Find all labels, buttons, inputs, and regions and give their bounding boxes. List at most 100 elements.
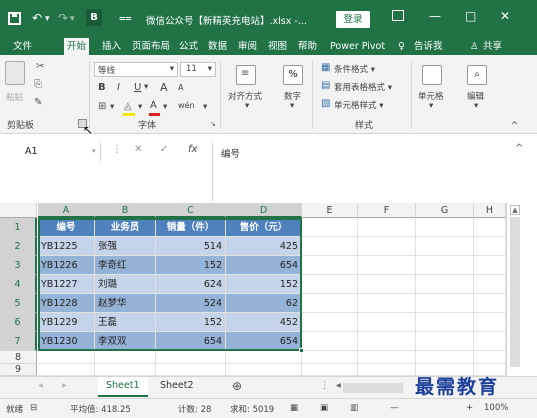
empty-cell[interactable]: [416, 256, 474, 275]
table-format-icon[interactable]: ▤: [321, 80, 330, 91]
table-cell[interactable]: 赵梦华: [95, 294, 156, 313]
tell-me-search[interactable]: 告诉我: [414, 40, 443, 53]
scroll-thumb[interactable]: [510, 217, 520, 367]
underline-button[interactable]: U: [134, 82, 141, 93]
empty-cell[interactable]: [358, 364, 416, 376]
empty-cell[interactable]: [302, 313, 358, 332]
sheet-tab-sheet2[interactable]: Sheet2: [152, 377, 202, 397]
row-header[interactable]: 9: [0, 364, 37, 376]
cell-styles-button[interactable]: 单元格样式 ▾: [334, 99, 383, 111]
normal-view-icon[interactable]: ▦: [290, 403, 298, 413]
table-cell[interactable]: 425: [226, 237, 302, 256]
app-badge[interactable]: B: [86, 9, 102, 26]
paste-icon[interactable]: [5, 61, 25, 85]
empty-cell[interactable]: [416, 294, 474, 313]
search-icon[interactable]: ⌕: [467, 65, 487, 85]
italic-button[interactable]: I: [117, 82, 120, 93]
column-header[interactable]: D: [226, 203, 302, 218]
vertical-scrollbar[interactable]: ▲: [506, 203, 537, 376]
tab-help[interactable]: 帮助: [298, 40, 317, 53]
minimize-button[interactable]: —: [429, 9, 441, 23]
empty-cell[interactable]: [156, 364, 226, 376]
column-header[interactable]: H: [474, 203, 506, 218]
empty-cell[interactable]: [38, 364, 95, 376]
expand-formula-bar-icon[interactable]: ^: [515, 143, 523, 154]
empty-cell[interactable]: [226, 351, 302, 364]
login-button[interactable]: 登录: [336, 11, 370, 28]
empty-cell[interactable]: [302, 351, 358, 364]
row-header[interactable]: 8: [0, 351, 37, 364]
empty-cell[interactable]: [474, 237, 506, 256]
share-button[interactable]: 共享: [483, 40, 502, 53]
table-cell[interactable]: YB1227: [38, 275, 95, 294]
empty-cell[interactable]: [474, 294, 506, 313]
cut-icon[interactable]: ✂: [36, 61, 44, 72]
empty-cell[interactable]: [302, 237, 358, 256]
column-header[interactable]: G: [416, 203, 474, 218]
chevron-down-icon[interactable]: ▾: [474, 101, 478, 111]
font-color-button[interactable]: A: [150, 100, 157, 111]
empty-cell[interactable]: [302, 256, 358, 275]
empty-cell[interactable]: [156, 351, 226, 364]
tab-data[interactable]: 数据: [208, 40, 227, 53]
tab-view[interactable]: 视图: [268, 40, 287, 53]
empty-cell[interactable]: [416, 275, 474, 294]
column-header[interactable]: E: [302, 203, 358, 218]
column-header[interactable]: F: [358, 203, 416, 218]
conditional-format-icon[interactable]: ▦: [321, 62, 330, 73]
empty-cell[interactable]: [95, 364, 156, 376]
empty-cell[interactable]: [358, 218, 416, 237]
row-header[interactable]: 4: [0, 275, 37, 294]
accessibility-icon[interactable]: ⊟: [30, 403, 37, 413]
table-header-cell[interactable]: 销量（件）: [156, 218, 226, 237]
empty-cell[interactable]: [226, 364, 302, 376]
table-cell[interactable]: 152: [226, 275, 302, 294]
cells-icon[interactable]: [422, 65, 442, 85]
table-cell[interactable]: 王磊: [95, 313, 156, 332]
column-header[interactable]: A: [38, 203, 95, 218]
row-header[interactable]: 7: [0, 332, 37, 351]
empty-cell[interactable]: [38, 351, 95, 364]
empty-cell[interactable]: [358, 294, 416, 313]
paste-button-label[interactable]: 粘贴: [6, 91, 23, 103]
table-cell[interactable]: 62: [226, 294, 302, 313]
empty-cell[interactable]: [474, 275, 506, 294]
chevron-down-icon[interactable]: ▾: [92, 147, 96, 155]
table-cell[interactable]: YB1229: [38, 313, 95, 332]
table-cell[interactable]: 李奇红: [95, 256, 156, 275]
empty-cell[interactable]: [358, 313, 416, 332]
add-sheet-button[interactable]: ⊕: [224, 377, 250, 397]
table-cell[interactable]: 李双双: [95, 332, 156, 351]
page-break-view-icon[interactable]: ▥: [350, 403, 358, 413]
tab-home[interactable]: 开始: [64, 38, 90, 55]
tab-power-pivot[interactable]: Power Pivot: [330, 40, 385, 53]
empty-cell[interactable]: [95, 351, 156, 364]
zoom-in-button[interactable]: +: [466, 403, 473, 413]
name-box[interactable]: A1: [19, 143, 101, 161]
font-grow-button[interactable]: A: [160, 81, 168, 94]
phonetic-button[interactable]: wén: [178, 101, 195, 110]
scroll-up-icon[interactable]: ▲: [510, 205, 520, 215]
undo-dropdown-icon[interactable]: ▾: [45, 12, 50, 26]
empty-cell[interactable]: [416, 351, 474, 364]
table-cell[interactable]: 452: [226, 313, 302, 332]
sheet-tab-sheet1[interactable]: Sheet1: [98, 377, 148, 397]
user-icon[interactable]: ♙: [470, 40, 479, 53]
table-cell[interactable]: 刘璐: [95, 275, 156, 294]
close-button[interactable]: ✕: [500, 9, 510, 23]
empty-cell[interactable]: [416, 313, 474, 332]
empty-cell[interactable]: [474, 313, 506, 332]
table-cell[interactable]: 张强: [95, 237, 156, 256]
customize-qat-icon[interactable]: ⩵: [119, 11, 132, 25]
empty-cell[interactable]: [302, 332, 358, 351]
empty-cell[interactable]: [302, 294, 358, 313]
undo-icon[interactable]: ↶: [32, 11, 42, 25]
empty-cell[interactable]: [358, 351, 416, 364]
insert-function-icon[interactable]: fx: [188, 144, 197, 155]
table-cell[interactable]: 654: [156, 332, 226, 351]
empty-cell[interactable]: [474, 218, 506, 237]
empty-cell[interactable]: [474, 332, 506, 351]
empty-cell[interactable]: [474, 351, 506, 364]
border-icon[interactable]: ⊞: [98, 101, 106, 112]
tab-file[interactable]: 文件: [13, 40, 32, 53]
